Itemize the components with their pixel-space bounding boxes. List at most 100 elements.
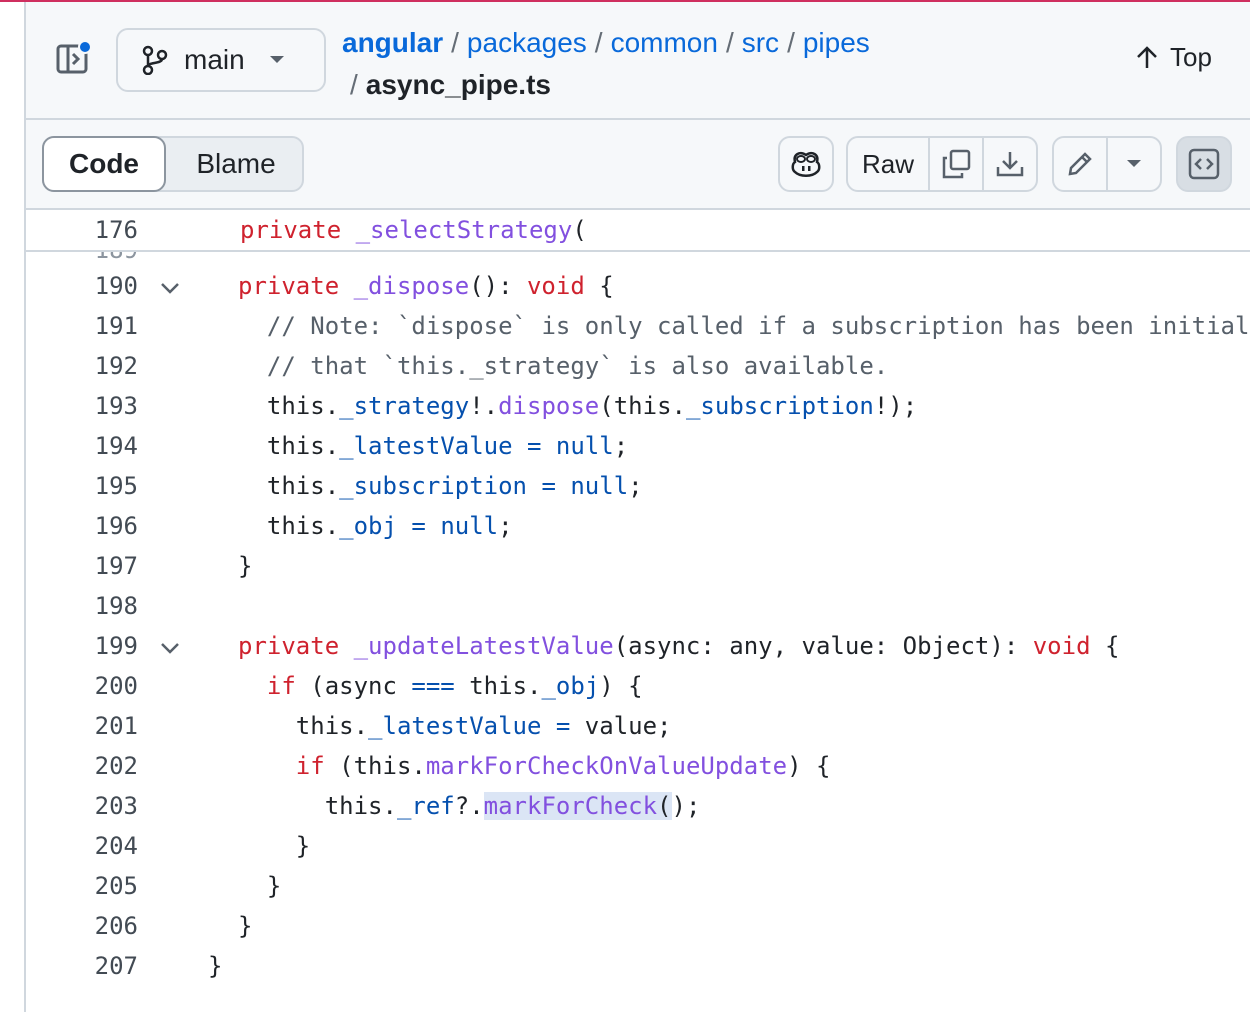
fold-chevron-icon[interactable]	[158, 636, 182, 660]
line-number[interactable]: 206	[26, 912, 138, 940]
code-token: _subscription	[685, 392, 874, 420]
code-line: }	[238, 832, 310, 860]
line-number[interactable]: 194	[26, 432, 138, 460]
code-token: ===	[411, 672, 455, 700]
breadcrumb-common-link[interactable]: common	[611, 27, 718, 58]
code-line: this._obj = null;	[238, 512, 513, 540]
code-line: }	[238, 872, 281, 900]
code-token: (this.	[324, 752, 426, 780]
code-line: }	[208, 952, 222, 980]
code-token: // that `this._strategy` is also availab…	[266, 352, 889, 380]
code-token: =	[541, 472, 556, 500]
code-token: }	[238, 552, 253, 580]
breadcrumb-packages-link[interactable]: packages	[467, 27, 587, 58]
line-number[interactable]: 207	[26, 952, 138, 980]
code-token: ) {	[787, 752, 831, 780]
line-number[interactable]: 196	[26, 512, 138, 540]
branch-name: main	[184, 44, 245, 75]
code-token: this.	[266, 512, 340, 540]
code-token: private	[238, 272, 354, 300]
breadcrumb-repo-link[interactable]: angular	[342, 27, 443, 58]
code-token: =	[555, 712, 571, 740]
code-token: if	[266, 672, 296, 700]
code-token: }	[238, 912, 253, 940]
code-token: (this.	[599, 392, 686, 420]
code-token: this.	[266, 392, 340, 420]
code-line: // Note: `dispose` is only called if a s…	[238, 312, 1250, 340]
code-token: }	[295, 832, 311, 860]
code-line: // that `this._strategy` is also availab…	[238, 352, 888, 380]
line-number[interactable]: 198	[26, 592, 138, 620]
symbols-panel-toggle[interactable]	[1176, 136, 1232, 192]
code-token: );	[671, 792, 701, 820]
sidebar-toggle-icon[interactable]	[56, 40, 92, 76]
code-line: private _updateLatestValue(async: any, v…	[238, 632, 1119, 660]
code-token: markForCheckOnValueUpdate	[425, 752, 788, 780]
code-token: ():	[469, 272, 527, 300]
code-line: this._ref?.markForCheck();	[238, 792, 700, 820]
line-number[interactable]: 201	[26, 712, 138, 740]
fold-chevron-icon[interactable]	[158, 276, 182, 300]
code-token: {	[584, 272, 614, 300]
code-token: _ref	[396, 792, 455, 820]
code-token: _latestValue	[339, 432, 513, 460]
code-token: void	[1032, 632, 1091, 660]
file-header: main angular / packages / common / src / pipes /…	[26, 2, 1250, 120]
code-token: ;	[628, 472, 643, 500]
code-line: if (this.markForCheckOnValueUpdate) {	[238, 752, 831, 780]
code-line: if (async === this._obj) {	[238, 672, 643, 700]
download-icon	[996, 152, 1024, 177]
code-token: !.	[469, 392, 499, 420]
code-token: }	[266, 872, 282, 900]
line-number[interactable]: 203	[26, 792, 138, 820]
line-number[interactable]: 205	[26, 872, 138, 900]
code-token: _dispose	[353, 272, 470, 300]
copilot-button[interactable]	[778, 136, 834, 192]
code-token: _latestValue	[368, 712, 542, 740]
raw-button[interactable]: Raw	[848, 138, 930, 190]
code-token: _obj	[339, 512, 397, 540]
code-token: this.	[266, 432, 340, 460]
breadcrumb-src-link[interactable]: src	[742, 27, 779, 58]
caret-down-icon	[269, 56, 284, 63]
code-line: private _dispose(): void {	[238, 272, 614, 300]
code-token: // Note: `dispose` is only called if a s…	[266, 312, 1250, 340]
branch-select-button[interactable]: main	[116, 28, 326, 92]
line-number[interactable]: 190	[26, 272, 138, 300]
line-number[interactable]: 202	[26, 752, 138, 780]
tab-code[interactable]: Code	[42, 136, 166, 192]
code-token: null	[570, 472, 629, 500]
top-button[interactable]: Top	[1136, 42, 1212, 73]
breadcrumb-pipes-link[interactable]: pipes	[803, 27, 870, 58]
hidden-line-number: 189	[26, 252, 138, 262]
breadcrumb: angular / packages / common / src / pipes / async…	[342, 27, 870, 100]
code-square-icon	[1188, 148, 1220, 180]
edit-options-dropdown[interactable]	[1108, 138, 1160, 190]
code-token: _strategy	[339, 392, 470, 420]
code-token: dispose	[498, 392, 600, 420]
line-number: 176	[94, 216, 138, 244]
copy-raw-button[interactable]	[930, 138, 984, 190]
line-number[interactable]: 193	[26, 392, 138, 420]
edit-button[interactable]	[1054, 138, 1108, 190]
sticky-scope-header[interactable]: 176 private _selectStrategy(	[26, 210, 1250, 252]
code-token: _selectStrategy	[355, 216, 573, 244]
code-token: }	[208, 952, 223, 980]
line-number[interactable]: 200	[26, 672, 138, 700]
line-number[interactable]: 192	[26, 352, 138, 380]
code-token: !);	[873, 392, 918, 420]
tab-blame[interactable]: Blame	[168, 138, 304, 190]
line-number[interactable]: 191	[26, 312, 138, 340]
code-line: }	[238, 552, 252, 580]
code-token: =	[527, 432, 542, 460]
code-token: this.	[266, 472, 340, 500]
line-number[interactable]: 197	[26, 552, 138, 580]
edit-group	[1052, 136, 1162, 192]
line-number[interactable]: 195	[26, 472, 138, 500]
line-number[interactable]: 204	[26, 832, 138, 860]
download-button[interactable]	[984, 138, 1036, 190]
line-number[interactable]: 199	[26, 632, 138, 660]
raw-copy-download-group: Raw	[846, 136, 1038, 192]
